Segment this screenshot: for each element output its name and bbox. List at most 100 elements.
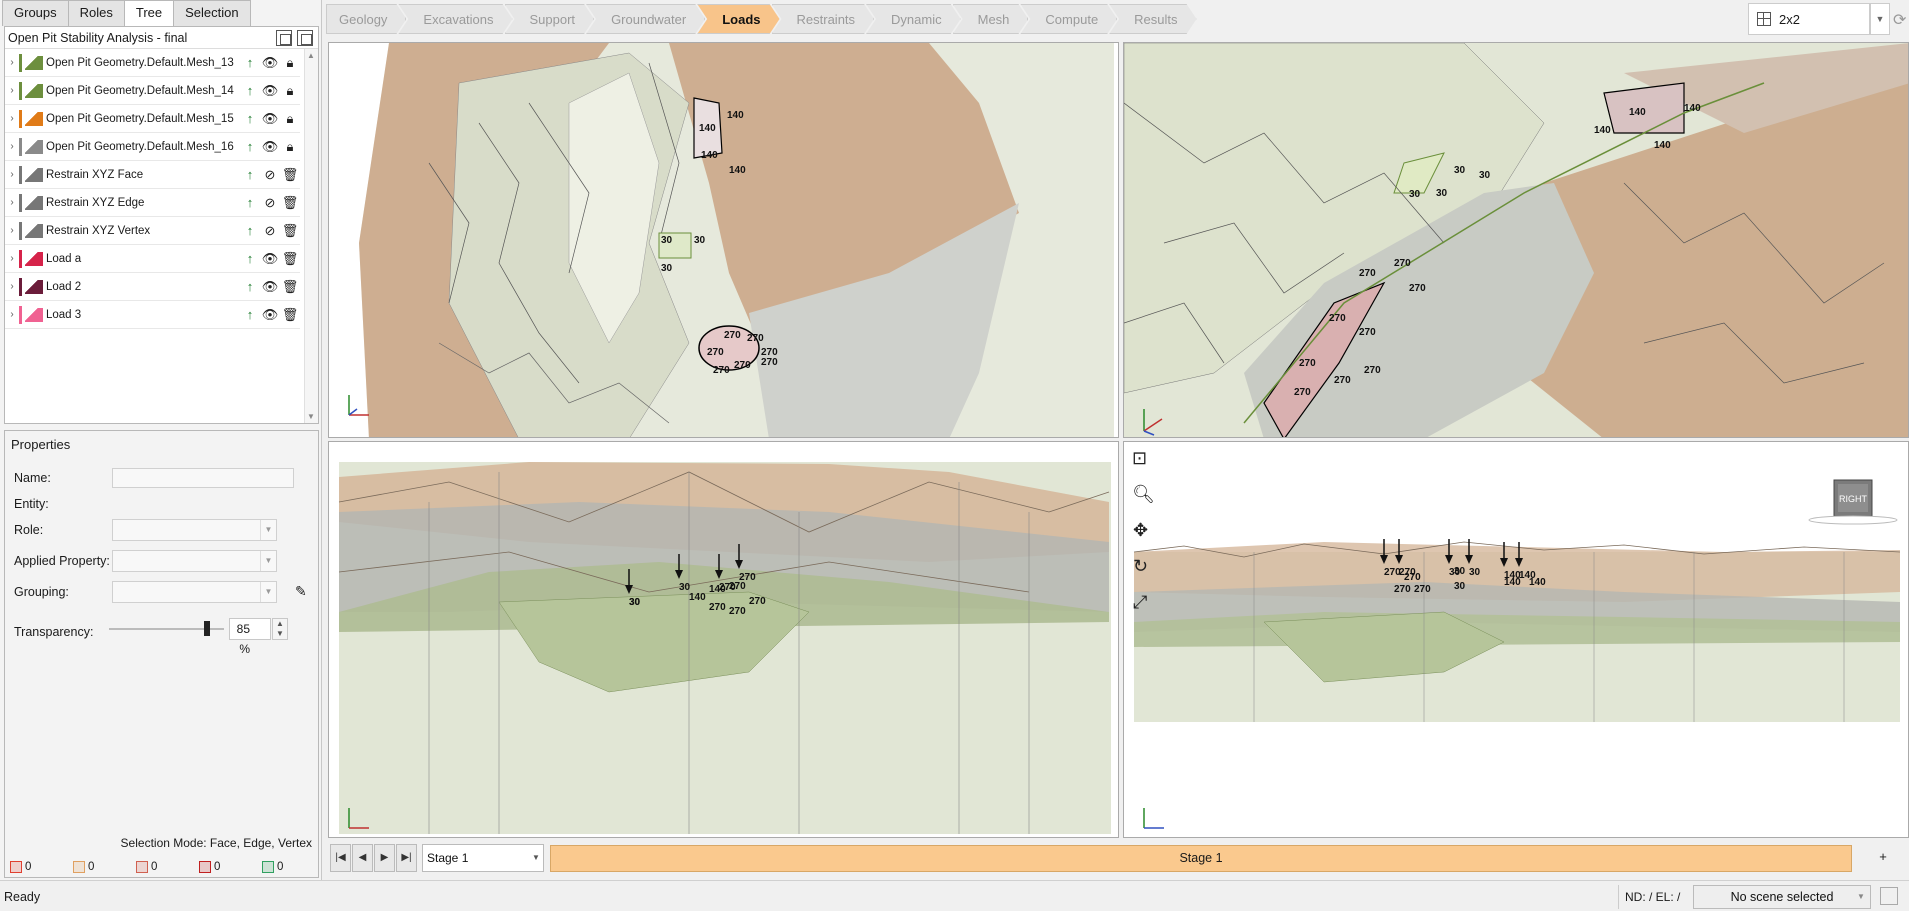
viewport-bottom-right[interactable]: 270 270 270 270 270 30 30 30 30 140 140 140 140 RIGH… — [1123, 441, 1909, 838]
lock-icon[interactable]: 🔒︎ — [280, 55, 300, 71]
tree-item[interactable]: › Restrain XYZ Vertex ↑ ⊘ 🗑︎ — [5, 217, 300, 245]
eye-icon[interactable]: 👁︎ — [260, 139, 280, 155]
grouping-select[interactable]: ▼ — [112, 581, 277, 603]
delete-icon[interactable]: 🗑︎ — [280, 195, 300, 211]
eye-hidden-icon[interactable]: ⊘ — [260, 167, 280, 183]
expand-chevron-icon[interactable]: › — [5, 169, 19, 180]
rotate-icon[interactable]: ↻ — [1133, 556, 1148, 577]
delete-icon[interactable]: 🗑︎ — [280, 251, 300, 267]
tree-item[interactable]: › Load 2 ↑ 👁︎ 🗑︎ — [5, 273, 300, 301]
tab-tree[interactable]: Tree — [123, 0, 175, 27]
zoom-icon[interactable]: 🔍︎ — [1132, 484, 1155, 505]
expand-chevron-icon[interactable]: › — [5, 57, 19, 68]
zoom-extents-icon[interactable]: ⤢ — [1133, 592, 1147, 613]
expand-chevron-icon[interactable]: › — [5, 225, 19, 236]
transparency-slider-thumb[interactable] — [203, 621, 210, 636]
eye-icon[interactable]: 👁︎ — [260, 111, 280, 127]
delete-icon[interactable]: 🗑︎ — [280, 307, 300, 323]
zoom-box-icon[interactable]: ⊡ — [1132, 448, 1147, 469]
viewport-bottom-left[interactable]: 30 30 270 270 140 140 270 270 270 270 30 — [328, 441, 1119, 838]
stage-timeline[interactable]: Stage 1 — [550, 845, 1852, 872]
eye-hidden-icon[interactable]: ⊘ — [260, 195, 280, 211]
eye-hidden-icon[interactable]: ⊘ — [260, 223, 280, 239]
pin-icon[interactable]: ↑ — [240, 111, 260, 126]
scroll-down-icon[interactable]: ▼ — [307, 412, 315, 421]
viewport-top-right[interactable]: 140 140 140 140 30 30 30 30 270 270 270 270 270 270 27… — [1123, 42, 1909, 438]
eye-icon[interactable]: 👁︎ — [260, 251, 280, 267]
transparency-value[interactable]: 85 % — [229, 618, 271, 656]
workflow-step-support[interactable]: Support — [505, 4, 595, 34]
tree-item[interactable]: › Open Pit Geometry.Default.Mesh_14 ↑ 👁︎ 🔒︎ — [5, 77, 300, 105]
first-stage-button[interactable]: |◀ — [330, 844, 351, 872]
eye-icon[interactable]: 👁︎ — [260, 83, 280, 99]
add-stage-button[interactable]: + — [1864, 844, 1902, 872]
workflow-step-geology[interactable]: Geology — [326, 4, 406, 34]
tab-groups[interactable]: Groups — [2, 0, 69, 26]
next-stage-button[interactable]: ▶ — [374, 844, 395, 872]
pin-icon[interactable]: ↑ — [240, 279, 260, 294]
lock-icon[interactable]: 🔒︎ — [280, 111, 300, 127]
eye-icon[interactable]: 👁︎ — [260, 55, 280, 71]
stage-select[interactable]: Stage 1 ▼ — [422, 844, 544, 872]
workflow-step-groundwater[interactable]: Groundwater — [586, 4, 705, 34]
layout-select[interactable]: 2x2 — [1748, 3, 1870, 35]
refresh-icon[interactable]: ⟳ — [1893, 10, 1906, 30]
workflow-step-results[interactable]: Results — [1109, 4, 1196, 34]
transparency-spinner[interactable]: ▲ ▼ — [272, 618, 288, 640]
workflow-step-dynamic[interactable]: Dynamic — [866, 4, 961, 34]
delete-icon[interactable]: 🗑︎ — [280, 223, 300, 239]
expand-chevron-icon[interactable]: › — [5, 309, 19, 320]
layout-dropdown-icon[interactable]: ▼ — [1870, 3, 1890, 35]
tab-roles[interactable]: Roles — [67, 0, 125, 26]
pin-icon[interactable]: ↑ — [240, 83, 260, 98]
applied-property-select[interactable]: ▼ — [112, 550, 277, 572]
workflow-step-mesh[interactable]: Mesh — [953, 4, 1029, 34]
expand-chevron-icon[interactable]: › — [5, 113, 19, 124]
role-select[interactable]: ▼ — [112, 519, 277, 541]
tree-scrollbar[interactable]: ▲ ▼ — [304, 49, 318, 423]
delete-icon[interactable]: 🗑︎ — [280, 167, 300, 183]
pin-icon[interactable]: ↑ — [240, 307, 260, 322]
last-stage-button[interactable]: ▶| — [396, 844, 417, 872]
pin-icon[interactable]: ↑ — [240, 223, 260, 238]
load-value-label: 30 — [629, 597, 641, 608]
pin-icon[interactable]: ↑ — [240, 167, 260, 182]
eye-icon[interactable]: 👁︎ — [260, 307, 280, 323]
workflow-step-loads[interactable]: Loads — [697, 4, 779, 34]
eye-icon[interactable]: 👁︎ — [260, 279, 280, 295]
workflow-step-restraints[interactable]: Restraints — [772, 4, 875, 34]
pin-icon[interactable]: ↑ — [240, 195, 260, 210]
tree-item[interactable]: › Load a ↑ 👁︎ 🗑︎ — [5, 245, 300, 273]
tree-item[interactable]: › Restrain XYZ Edge ↑ ⊘ 🗑︎ — [5, 189, 300, 217]
delete-icon[interactable]: 🗑︎ — [280, 279, 300, 295]
expand-chevron-icon[interactable]: › — [5, 253, 19, 264]
pencil-icon[interactable]: ✎ — [295, 583, 307, 600]
workflow-step-compute[interactable]: Compute — [1020, 4, 1117, 34]
name-field[interactable] — [112, 468, 294, 488]
tree-item[interactable]: › Open Pit Geometry.Default.Mesh_16 ↑ 👁︎ 🔒︎ — [5, 133, 300, 161]
pin-icon[interactable]: ↑ — [240, 139, 260, 154]
pin-icon[interactable]: ↑ — [240, 251, 260, 266]
lock-icon[interactable]: 🔒︎ — [280, 139, 300, 155]
tree-item[interactable]: › Restrain XYZ Face ↑ ⊘ 🗑︎ — [5, 161, 300, 189]
tree-item[interactable]: › Load 3 ↑ 👁︎ 🗑︎ — [5, 301, 300, 329]
expand-chevron-icon[interactable]: › — [5, 141, 19, 152]
tree-item[interactable]: › Open Pit Geometry.Default.Mesh_15 ↑ 👁︎ 🔒︎ — [5, 105, 300, 133]
tab-selection[interactable]: Selection — [173, 0, 251, 26]
pan-icon[interactable]: ✥ — [1133, 520, 1148, 541]
collapse-all-icon[interactable] — [297, 29, 313, 46]
expand-chevron-icon[interactable]: › — [5, 281, 19, 292]
expand-chevron-icon[interactable]: › — [5, 197, 19, 208]
workflow-step-excavations[interactable]: Excavations — [398, 4, 512, 34]
scroll-up-icon[interactable]: ▲ — [307, 51, 315, 60]
scene-select[interactable]: No scene selected ▼ — [1693, 885, 1871, 909]
view-cube[interactable]: RIGHT — [1808, 479, 1898, 525]
prev-stage-button[interactable]: ◀ — [352, 844, 373, 872]
status-window-icon[interactable] — [1880, 887, 1898, 905]
pin-icon[interactable]: ↑ — [240, 55, 260, 70]
lock-icon[interactable]: 🔒︎ — [280, 83, 300, 99]
expand-chevron-icon[interactable]: › — [5, 85, 19, 96]
tree-item[interactable]: › Open Pit Geometry.Default.Mesh_13 ↑ 👁︎ 🔒︎ — [5, 49, 300, 77]
expand-all-icon[interactable] — [276, 29, 292, 46]
viewport-top-left[interactable]: 140 140 140 140 30 30 30 270 270 270 270 270 270 270 — [328, 42, 1119, 438]
